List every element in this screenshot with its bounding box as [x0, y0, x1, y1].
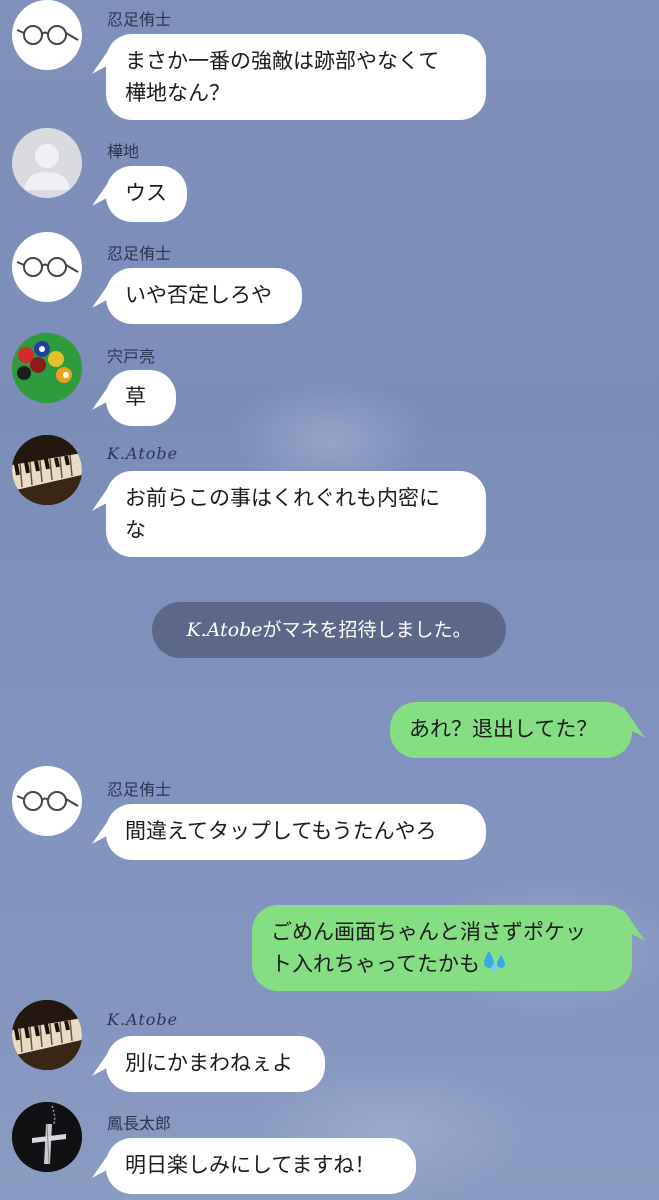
message-bubble[interactable]: いや否定しろや	[106, 268, 302, 324]
glasses-icon	[16, 791, 79, 811]
message-text: ごめん画面ちゃんと消さずポケッ ト入れちゃってたかも	[271, 920, 586, 976]
avatar-piano[interactable]	[12, 1000, 82, 1070]
sweat-drops-icon	[483, 951, 505, 972]
message-bubble[interactable]: 草	[106, 370, 176, 426]
sender-name: K.Atobe	[107, 444, 179, 463]
piano-keys-image	[12, 1000, 82, 1070]
avatar-billiards[interactable]	[12, 333, 82, 403]
sender-name: 鳳長太郎	[107, 1114, 172, 1133]
sender-name: K.Atobe	[107, 1010, 179, 1029]
avatar-glasses[interactable]	[12, 0, 82, 70]
message-bubble[interactable]: まさか一番の強敵は跡部やなくて 樺地なん？	[106, 34, 486, 120]
message-bubble[interactable]: お前らこの事はくれぐれも内密に な	[106, 471, 486, 557]
avatar-glasses[interactable]	[12, 766, 82, 836]
sender-name: 忍足侑士	[107, 780, 172, 799]
message-bubble-outgoing[interactable]: ごめん画面ちゃんと消さずポケッ ト入れちゃってたかも	[252, 905, 632, 991]
piano-keys-image	[12, 435, 82, 505]
sender-name: 忍足侑士	[107, 244, 172, 263]
glasses-icon	[16, 257, 79, 277]
message-bubble[interactable]: 間違えてタップしてもうたんやろ	[106, 804, 486, 860]
message-bubble-outgoing[interactable]: あれ？退出してた？	[390, 702, 632, 758]
sender-name: 忍足侑士	[107, 10, 172, 29]
default-user-icon	[24, 144, 70, 190]
system-notification: K.Atobeがマネを招待しました。	[152, 602, 506, 658]
sender-name: 宍戸亮	[107, 347, 156, 366]
glasses-icon	[16, 25, 79, 45]
message-bubble[interactable]: 別にかまわねぇよ	[106, 1036, 325, 1092]
cross-necklace-image	[12, 1102, 82, 1172]
avatar-default[interactable]	[12, 128, 82, 198]
billiard-balls-image	[12, 333, 82, 403]
system-actor: K.Atobe	[186, 619, 263, 641]
system-text: がマネを招待しました。	[262, 619, 472, 641]
avatar-piano[interactable]	[12, 435, 82, 505]
sender-name: 樺地	[107, 142, 140, 161]
message-bubble[interactable]: 明日楽しみにしてますね！	[106, 1138, 416, 1194]
avatar-cross-necklace[interactable]	[12, 1102, 82, 1172]
avatar-glasses[interactable]	[12, 232, 82, 302]
message-bubble[interactable]: ウス	[106, 166, 187, 222]
